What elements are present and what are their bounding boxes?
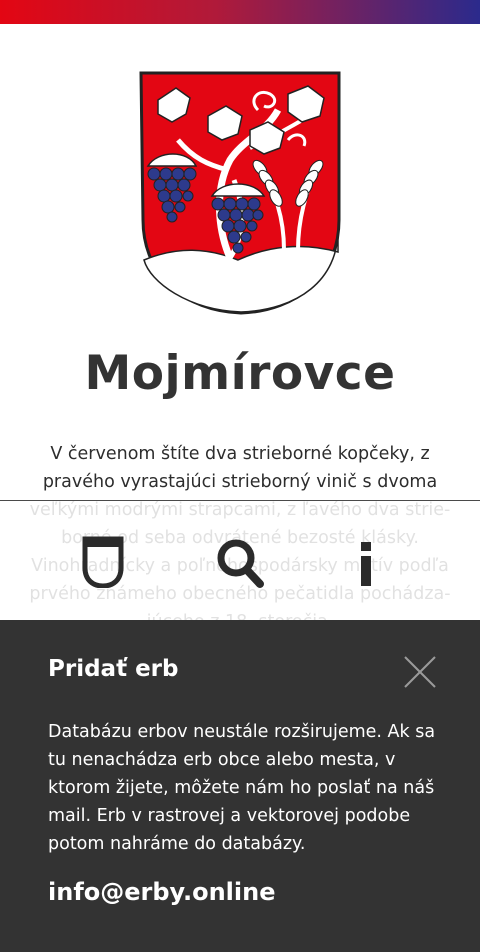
search-icon[interactable] xyxy=(216,538,264,588)
close-icon[interactable] xyxy=(402,654,438,690)
info-icon[interactable] xyxy=(358,542,374,586)
shield-icon[interactable] xyxy=(82,536,124,589)
page-title: Mojmírovce xyxy=(84,346,396,401)
toolbar-divider xyxy=(0,500,480,501)
email-link[interactable]: info@erby.online xyxy=(48,878,275,906)
panel-text: Databázu erbov neustále rozširujeme. Ak … xyxy=(48,722,436,854)
coat-of-arms-icon xyxy=(138,70,344,316)
panel-title: Pridať erb xyxy=(48,656,179,682)
add-crest-panel: Pridať erb Databázu erbov neustále rozši… xyxy=(0,620,480,952)
top-accent-bar xyxy=(0,0,480,24)
